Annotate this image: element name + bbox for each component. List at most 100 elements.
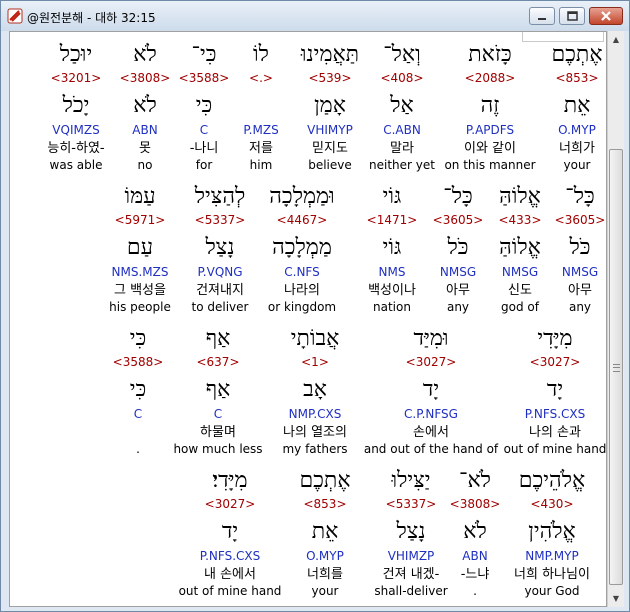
hebrew-word: מִיָּדִי [537, 326, 573, 351]
english-gloss: for [195, 158, 213, 172]
app-icon [7, 8, 23, 24]
strong-number: <3588> [112, 355, 164, 369]
lemma-word: אָמַן [314, 93, 346, 118]
strong-number: <5971> [114, 213, 166, 227]
morph-code: P.NFS.CXS [199, 549, 261, 563]
strong-number: <430> [530, 497, 574, 511]
scroll-up-arrow-icon[interactable]: ▲ [609, 32, 623, 47]
hebrew-word: אַף [205, 326, 231, 351]
morph-code: C [133, 407, 143, 421]
strong-number: <853> [555, 71, 599, 85]
english-gloss: shall-deliver [374, 584, 448, 598]
english-gloss: any [446, 300, 470, 314]
lemma-word: אֵת [563, 93, 591, 118]
lemma-word: אֱלוֹהַּ [499, 235, 541, 260]
lemma-word: יָד [221, 519, 239, 544]
english-gloss: to deliver [191, 300, 249, 314]
scroll-down-arrow-icon[interactable]: ▼ [609, 591, 623, 606]
hebrew-word: אֱלֹהֵיכֶם [518, 468, 586, 493]
morph-code: C [199, 123, 209, 137]
grip-icon [613, 364, 620, 372]
hebrew-word: גּוֹי [382, 184, 402, 209]
english-gloss: . [473, 584, 477, 598]
hebrew-word: מִיָּדִי׃ [212, 468, 248, 493]
lemma-word: כִּי [195, 93, 213, 118]
hebrew-word: כִּי־ [191, 42, 217, 67]
korean-gloss: -나니 [189, 141, 219, 156]
english-gloss: nation [373, 300, 411, 314]
maximize-button[interactable] [559, 7, 585, 25]
english-gloss: believe [308, 158, 352, 172]
korean-gloss: 너희를 [307, 567, 343, 582]
korean-gloss: 하물며 [200, 425, 236, 440]
morph-code: NMSG [439, 265, 477, 279]
vertical-scrollbar[interactable]: ▲ ▼ [607, 31, 624, 607]
strong-number: <408> [380, 71, 424, 85]
hebrew-word: לוֹ [253, 42, 269, 67]
minimize-button[interactable] [529, 7, 555, 25]
strong-number: <3027> [529, 355, 581, 369]
english-gloss: his people [109, 300, 171, 314]
strong-number: <433> [498, 213, 542, 227]
korean-gloss: 건져내지 [196, 283, 244, 298]
morph-code: ABN [132, 123, 158, 137]
lemma-word: יָד [546, 377, 564, 402]
lemma-word: נָצַל [205, 235, 235, 260]
strong-number: <1471> [366, 213, 418, 227]
korean-gloss: 저를 [249, 141, 273, 156]
lemma-word: כֹּל [569, 235, 591, 260]
korean-gloss: 나라의 [284, 283, 320, 298]
english-gloss: how much less [173, 442, 263, 456]
morph-code: NMP.MYP [525, 549, 579, 563]
close-icon [601, 11, 611, 21]
strong-number: <3808> [119, 71, 171, 85]
hebrew-word: יוּכַל [59, 42, 93, 67]
minimize-icon [538, 18, 546, 20]
hebrew-word: אֲבוֹתָי [290, 326, 340, 351]
morph-code: VHIMZP [387, 549, 435, 563]
morph-code: NMSG [561, 265, 599, 279]
korean-gloss: 백성이나 [368, 283, 416, 298]
lemma-word: אָב [303, 377, 327, 402]
korean-gloss: 내 손에서 [204, 567, 256, 582]
lemma-word: כֹּל [447, 235, 469, 260]
morph-code: O.MYP [306, 549, 344, 563]
hebrew-word: אֱלוֹהַּ [499, 184, 541, 209]
strong-number: <5337> [385, 497, 437, 511]
lemma-word: יָכֹל [62, 93, 90, 118]
english-gloss: out of mine hand [178, 584, 282, 598]
lemma-word: אֱלֹהִין [528, 519, 576, 544]
english-gloss: out of mine hand [503, 442, 607, 456]
hebrew-word: וּמַמְלָכָה [269, 184, 335, 209]
english-gloss: any [568, 300, 592, 314]
hebrew-word: כָּל־ [565, 184, 595, 209]
korean-gloss: 건져 내겠- [382, 567, 440, 582]
lemma-word: גּוֹי [382, 235, 402, 260]
english-gloss: god of [501, 300, 539, 314]
hebrew-word: כִּי [129, 326, 147, 351]
hebrew-word: כָּזֹאת [468, 42, 512, 67]
english-gloss: your [311, 584, 339, 598]
morph-code: NMP.CXS [288, 407, 342, 421]
strong-number: <3605> [554, 213, 606, 227]
scrollbar-thumb[interactable] [609, 149, 623, 585]
hebrew-word: אֶתְכֶם [299, 468, 351, 493]
title-bar[interactable]: @원전분해 - 대하 32:15 [1, 1, 629, 31]
english-gloss: no [137, 158, 153, 172]
interlinear-text-panel[interactable]: יוּכַל <3201> יָכֹל VQIMZS 능히-하였-was able לֹא… [9, 31, 607, 607]
maximize-icon [567, 11, 578, 21]
hebrew-word: עַמּוֹ [124, 184, 156, 209]
morph-code: P.MZS [243, 123, 279, 137]
morph-code: VHIMYP [307, 123, 353, 137]
morph-code: VQIMZS [52, 123, 100, 137]
close-button[interactable] [589, 7, 623, 25]
english-gloss: was able [49, 158, 103, 172]
app-window: @원전분해 - 대하 32:15 יוּכַל <3201> יָכֹל VQIMZS… [0, 0, 630, 612]
strong-number: <3588> [178, 71, 230, 85]
hebrew-word: אֶתְכֶם [551, 42, 603, 67]
english-gloss: your God [524, 584, 580, 598]
korean-gloss: 나의 열조의 [283, 425, 347, 440]
korean-gloss: 이와 같이 [464, 141, 516, 156]
strong-number: <.> [249, 71, 273, 85]
strong-number: <3808> [449, 497, 501, 511]
